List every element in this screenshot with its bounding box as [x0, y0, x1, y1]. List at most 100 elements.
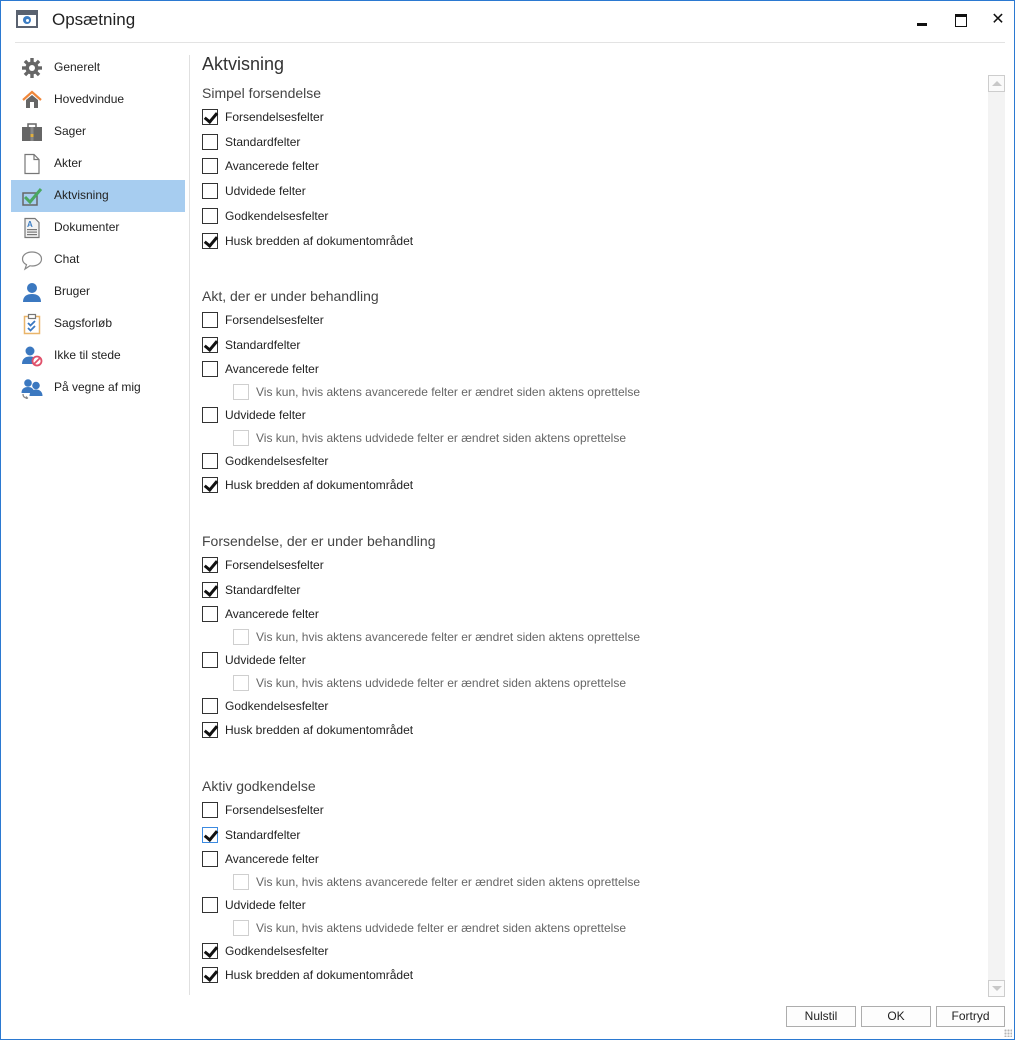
checkbox[interactable]: [202, 232, 218, 249]
option-row[interactable]: Udvidede felter: [202, 895, 306, 915]
checkbox[interactable]: [202, 183, 218, 200]
checkbox[interactable]: [202, 826, 218, 843]
maximize-button[interactable]: [949, 9, 973, 31]
checkbox-label: Godkendelsesfelter: [225, 453, 329, 468]
user-icon: [21, 281, 43, 303]
sidebar-item-aktvisning[interactable]: Aktvisning: [11, 180, 185, 212]
scroll-up-button[interactable]: [988, 75, 1005, 92]
checkbox-label: Vis kun, hvis aktens udvidede felter er …: [256, 675, 626, 690]
option-row[interactable]: Udvidede felter: [202, 181, 306, 201]
option-row[interactable]: Forsendelsesfelter: [202, 310, 324, 330]
checkbox[interactable]: [202, 109, 218, 125]
window-title: Opsætning: [52, 10, 136, 29]
checkbox[interactable]: [202, 802, 218, 818]
option-row[interactable]: Husk bredden af dokumentområdet: [202, 720, 413, 740]
document-icon: [21, 153, 43, 175]
option-row[interactable]: Godkendelsesfelter: [202, 941, 328, 961]
sidebar-item-ikke-til-stede[interactable]: Ikke til stede: [11, 340, 185, 372]
checkbox-label: Avancerede felter: [225, 362, 319, 377]
scroll-down-button[interactable]: [988, 980, 1005, 997]
option-row[interactable]: Standardfelter: [202, 132, 300, 152]
option-row[interactable]: Avancerede felter: [202, 849, 319, 869]
sidebar-item-label: Hovedvindue: [54, 92, 125, 106]
checkbox[interactable]: [202, 967, 218, 984]
sidebar-item-label: Sagsforløb: [54, 316, 113, 330]
vertical-scrollbar[interactable]: [988, 75, 1005, 997]
option-row[interactable]: Husk bredden af dokumentområdet: [202, 231, 413, 251]
sidebar-item-på-vegne-af-mig[interactable]: På vegne af mig: [11, 372, 185, 404]
reset-button[interactable]: Nulstil: [786, 1006, 856, 1027]
checkbox[interactable]: [202, 581, 218, 598]
option-row[interactable]: Husk bredden af dokumentområdet: [202, 965, 413, 985]
sidebar-item-label: Aktvisning: [54, 188, 109, 202]
option-row[interactable]: Husk bredden af dokumentområdet: [202, 475, 413, 495]
checkbox[interactable]: [202, 942, 218, 959]
option-row[interactable]: Forsendelsesfelter: [202, 107, 324, 127]
checkbox[interactable]: [202, 606, 218, 623]
sidebar-item-hovedvindue[interactable]: Hovedvindue: [11, 84, 185, 116]
checkbox[interactable]: [202, 851, 218, 868]
sidebar-item-dokumenter[interactable]: A Dokumenter: [11, 212, 185, 244]
checkbox[interactable]: [202, 652, 218, 668]
option-row[interactable]: Udvidede felter: [202, 650, 306, 670]
minimize-button[interactable]: [911, 9, 935, 31]
group-title: Akt, der er under behandling: [202, 288, 379, 304]
option-row[interactable]: Godkendelsesfelter: [202, 696, 328, 716]
option-row[interactable]: Standardfelter: [202, 825, 300, 845]
checkbox-label: Godkendelsesfelter: [225, 943, 329, 958]
text-document-icon: A: [21, 217, 43, 239]
sub-option-row: Vis kun, hvis aktens avancerede felter e…: [233, 382, 640, 402]
checkbox[interactable]: [202, 133, 218, 150]
option-row[interactable]: Avancerede felter: [202, 359, 319, 379]
checkbox[interactable]: [202, 361, 218, 378]
close-button[interactable]: ✕: [986, 9, 1010, 31]
sub-option-row: Vis kun, hvis aktens avancerede felter e…: [233, 872, 640, 892]
checkbox[interactable]: [202, 557, 218, 573]
checkbox-label: Standardfelter: [225, 827, 301, 842]
ok-button[interactable]: OK: [861, 1006, 931, 1027]
option-row[interactable]: Udvidede felter: [202, 405, 306, 425]
sidebar-item-sager[interactable]: Sager: [11, 116, 185, 148]
checkbox[interactable]: [202, 452, 218, 469]
option-row[interactable]: Standardfelter: [202, 580, 300, 600]
checkbox: [233, 919, 249, 936]
checkbox[interactable]: [202, 722, 218, 739]
option-row[interactable]: Standardfelter: [202, 335, 300, 355]
checkbox: [233, 384, 249, 401]
checkbox-label: Vis kun, hvis aktens avancerede felter e…: [256, 385, 640, 400]
sidebar-item-label: Chat: [54, 252, 80, 266]
sidebar-item-chat[interactable]: Chat: [11, 244, 185, 276]
option-row[interactable]: Avancerede felter: [202, 604, 319, 624]
checkbox-label: Standardfelter: [225, 337, 301, 352]
checkbox[interactable]: [202, 336, 218, 353]
checkbox: [233, 874, 249, 891]
checkbox[interactable]: [202, 207, 218, 224]
title-divider: [15, 42, 1005, 43]
sidebar-item-sagsforløb[interactable]: Sagsforløb: [11, 308, 185, 340]
option-row[interactable]: Avancerede felter: [202, 156, 319, 176]
page-title: Aktvisning: [202, 54, 285, 74]
checkbox-label: Standardfelter: [225, 134, 301, 149]
option-row[interactable]: Forsendelsesfelter: [202, 800, 324, 820]
checkbox[interactable]: [202, 697, 218, 714]
checkbox-label: Forsendelsesfelter: [225, 313, 324, 327]
briefcase-icon: [21, 121, 43, 143]
checkbox-label: Husk bredden af dokumentområdet: [225, 233, 414, 248]
checkbox[interactable]: [202, 407, 218, 423]
checkbox[interactable]: [202, 312, 218, 328]
resize-grip[interactable]: [1004, 1029, 1012, 1037]
option-row[interactable]: Godkendelsesfelter: [202, 206, 328, 226]
option-row[interactable]: Godkendelsesfelter: [202, 451, 328, 471]
sidebar-item-bruger[interactable]: Bruger: [11, 276, 185, 308]
sub-option-row: Vis kun, hvis aktens udvidede felter er …: [233, 918, 626, 938]
svg-text:A: A: [27, 220, 33, 229]
cancel-button[interactable]: Fortryd: [936, 1006, 1005, 1027]
sidebar-item-akter[interactable]: Akter: [11, 148, 185, 180]
sidebar-item-generelt[interactable]: Generelt: [11, 52, 185, 84]
settings-window: Opsætning ✕ Generelt Hovedvindue Sager Akte…: [0, 0, 1015, 1040]
sidebar-item-label: På vegne af mig: [54, 380, 141, 394]
option-row[interactable]: Forsendelsesfelter: [202, 555, 324, 575]
checkbox[interactable]: [202, 897, 218, 913]
checkbox[interactable]: [202, 477, 218, 494]
checkbox[interactable]: [202, 158, 218, 175]
